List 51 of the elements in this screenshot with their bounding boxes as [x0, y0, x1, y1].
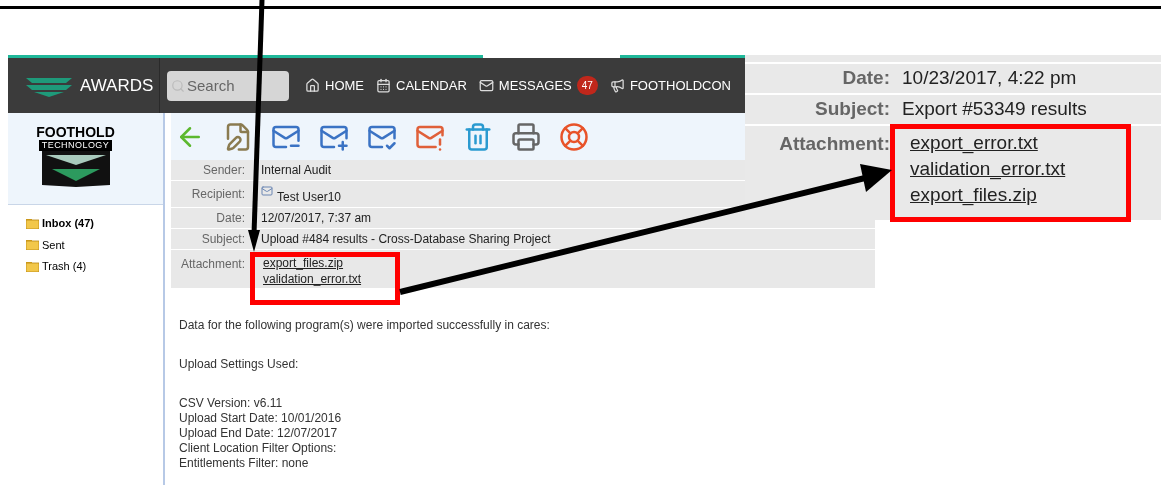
attachment-link[interactable]: export_error.txt [910, 130, 1066, 156]
folder-item[interactable]: Trash (4) [26, 258, 163, 275]
nav-link[interactable]: FOOTHOLDCON [609, 75, 731, 96]
field-label: Attachment: [778, 132, 890, 156]
body-text-line: Upload Start Date: 10/01/2016 [179, 411, 343, 426]
nav-link[interactable]: HOME [305, 75, 364, 96]
field-value: Internal Audit [261, 162, 332, 179]
body-text-line: Entitlements Filter: none [179, 456, 310, 471]
lifebuoy-icon[interactable] [559, 121, 589, 152]
company-logo-title: FOOTHOLD [36, 125, 115, 140]
field-value: 12/07/2017, 7:37 am [261, 210, 372, 227]
folder-item[interactable]: Sent [26, 236, 163, 253]
attachment-link[interactable]: export_files.zip [263, 255, 362, 271]
body-text-line: Upload End Date: 12/07/2017 [179, 426, 339, 441]
field-label: Attachment: [179, 256, 245, 273]
megaphone-icon [609, 78, 625, 93]
recycle-bin-icon[interactable] [463, 121, 493, 152]
search-icon [171, 78, 185, 93]
company-logo-subtitle: TECHNOLOGY [38, 140, 113, 151]
attachment-link[interactable]: validation_error.txt [263, 271, 362, 287]
folder-icon [26, 239, 39, 251]
field-label: Subject: [200, 231, 245, 248]
folder-icon [26, 217, 39, 229]
nav-link[interactable]: MESSAGES 47 [478, 75, 598, 96]
nav-link[interactable]: CALENDAR [376, 75, 467, 96]
search-field[interactable]: Search [167, 70, 289, 101]
body-text-line: CSV Version: v6.11 [179, 396, 284, 411]
field-label: Recipient: [190, 186, 245, 203]
field-label: Subject: [814, 97, 890, 122]
field-label: Date: [215, 210, 245, 227]
body-text-line: Upload Settings Used: [179, 357, 300, 372]
folder-icon [26, 260, 39, 272]
field-value: Export #53349 results [902, 97, 1087, 122]
body-text-line: Data for the following program(s) were imported successfully in cares: [179, 318, 551, 333]
printer-icon[interactable] [511, 121, 541, 152]
attachment-link[interactable]: validation_error.txt [910, 156, 1066, 182]
field-label: Date: [841, 66, 890, 91]
calendar-icon [376, 78, 391, 93]
envelope-icon [478, 78, 494, 93]
body-text-line: Client Location Filter Options: [179, 441, 338, 456]
house-icon [305, 78, 320, 93]
field-label: Sender: [201, 162, 245, 179]
attachment-link[interactable]: export_files.zip [910, 182, 1066, 208]
count-badge: 47 [576, 76, 598, 95]
folder-item[interactable]: Inbox (47) [26, 215, 163, 232]
chevron-logo-icon [41, 151, 110, 187]
brand-name[interactable]: AWARDS [80, 72, 154, 99]
field-value: Upload #484 results - Cross-Database Sharing Project [261, 231, 551, 248]
envelope-icon [261, 185, 273, 197]
field-value: Test User10 [277, 189, 342, 206]
field-value: 10/23/2017, 4:22 pm [902, 66, 1077, 91]
